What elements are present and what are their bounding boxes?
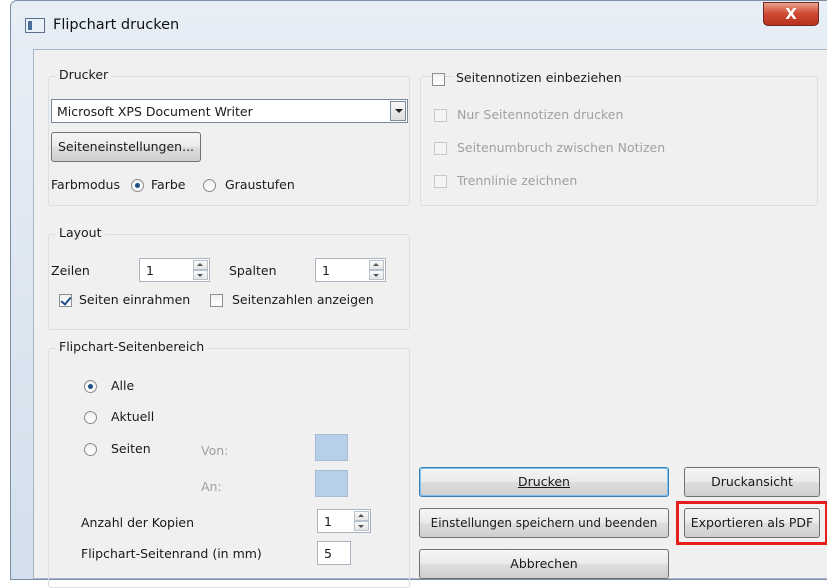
copies-up-icon[interactable] (354, 511, 369, 521)
cols-up-icon[interactable] (369, 260, 384, 270)
rows-value: 1 (146, 263, 154, 278)
printer-select-value: Microsoft XPS Document Writer (57, 104, 253, 119)
page-break-label[interactable]: Seitenumbruch zwischen Notizen (457, 140, 665, 155)
cancel-button[interactable]: Abbrechen (419, 549, 669, 579)
export-pdf-highlight (676, 501, 827, 545)
page-setup-button[interactable]: Seiteneinstellungen... (51, 132, 201, 162)
copies-down-icon[interactable] (354, 521, 369, 531)
printer-group-title: Drucker (56, 67, 112, 82)
app-window-icon (25, 18, 45, 33)
copies-label: Anzahl der Kopien (81, 515, 195, 530)
radio-color[interactable] (131, 179, 144, 192)
color-label[interactable]: Farbe (151, 177, 185, 192)
copies-value: 1 (324, 514, 332, 529)
rows-label: Zeilen (51, 263, 90, 278)
title-bar[interactable]: Flipchart drucken X (11, 1, 827, 47)
margin-label: Flipchart-Seitenrand (in mm) (81, 546, 262, 561)
margin-input[interactable]: 5 (317, 541, 351, 565)
frame-pages-checkbox[interactable] (59, 294, 72, 307)
grayscale-label[interactable]: Graustufen (225, 177, 295, 192)
print-button[interactable]: Drucken (419, 467, 669, 497)
cols-value: 1 (322, 263, 330, 278)
cols-stepper[interactable]: 1 (315, 258, 386, 282)
save-and-close-button[interactable]: Einstellungen speichern und beenden (419, 508, 669, 538)
frame-pages-label[interactable]: Seiten einrahmen (79, 292, 190, 307)
from-label: Von: (201, 443, 229, 458)
rows-up-icon[interactable] (193, 260, 208, 270)
page-numbers-checkbox[interactable] (210, 294, 223, 307)
copies-stepper[interactable]: 1 (317, 509, 371, 533)
page-numbers-label[interactable]: Seitenzahlen anzeigen (232, 292, 374, 307)
page-range-group-title: Flipchart-Seitenbereich (56, 339, 208, 354)
radio-pages[interactable] (84, 443, 97, 456)
preview-button[interactable]: Druckansicht (684, 467, 820, 497)
printer-select[interactable]: Microsoft XPS Document Writer (51, 99, 408, 123)
printer-group: Drucker Microsoft XPS Document Writer Se… (48, 67, 410, 206)
current-label[interactable]: Aktuell (111, 409, 154, 424)
page-break-checkbox[interactable] (434, 142, 447, 155)
pages-label[interactable]: Seiten (111, 441, 151, 456)
layout-group: Layout Zeilen 1 Spalten 1 Seiten einrahm… (48, 225, 410, 330)
window-title: Flipchart drucken (53, 17, 180, 33)
layout-group-title: Layout (56, 225, 105, 240)
cols-label: Spalten (229, 263, 277, 278)
margin-value: 5 (324, 546, 332, 561)
include-notes-label[interactable]: Seitennotizen einbeziehen (453, 70, 625, 85)
notes-group: Seitennotizen einbeziehen Nur Seitennoti… (420, 70, 818, 206)
only-notes-label[interactable]: Nur Seitennotizen drucken (457, 107, 623, 122)
print-dialog-window: Flipchart drucken X Drucker Microsoft XP… (10, 0, 827, 588)
page-range-group: Flipchart-Seitenbereich Alle Aktuell Sei… (48, 339, 410, 588)
radio-current[interactable] (84, 411, 97, 424)
cols-down-icon[interactable] (369, 270, 384, 280)
from-page-field[interactable] (315, 434, 348, 461)
divider-label[interactable]: Trennlinie zeichnen (457, 173, 577, 188)
rows-stepper[interactable]: 1 (139, 258, 210, 282)
chevron-down-icon[interactable] (390, 101, 406, 121)
divider-checkbox[interactable] (434, 175, 447, 188)
to-label: An: (201, 479, 222, 494)
to-page-field[interactable] (315, 470, 348, 497)
rows-down-icon[interactable] (193, 270, 208, 280)
only-notes-checkbox[interactable] (434, 109, 447, 122)
include-notes-checkbox[interactable] (432, 73, 445, 86)
close-button[interactable]: X (763, 2, 819, 26)
print-label: Drucken (518, 474, 570, 489)
all-label[interactable]: Alle (111, 378, 134, 393)
dialog-client-area: Drucker Microsoft XPS Document Writer Se… (33, 49, 827, 588)
radio-grayscale[interactable] (203, 179, 216, 192)
color-mode-label: Farbmodus (51, 177, 120, 192)
radio-all[interactable] (84, 380, 97, 393)
